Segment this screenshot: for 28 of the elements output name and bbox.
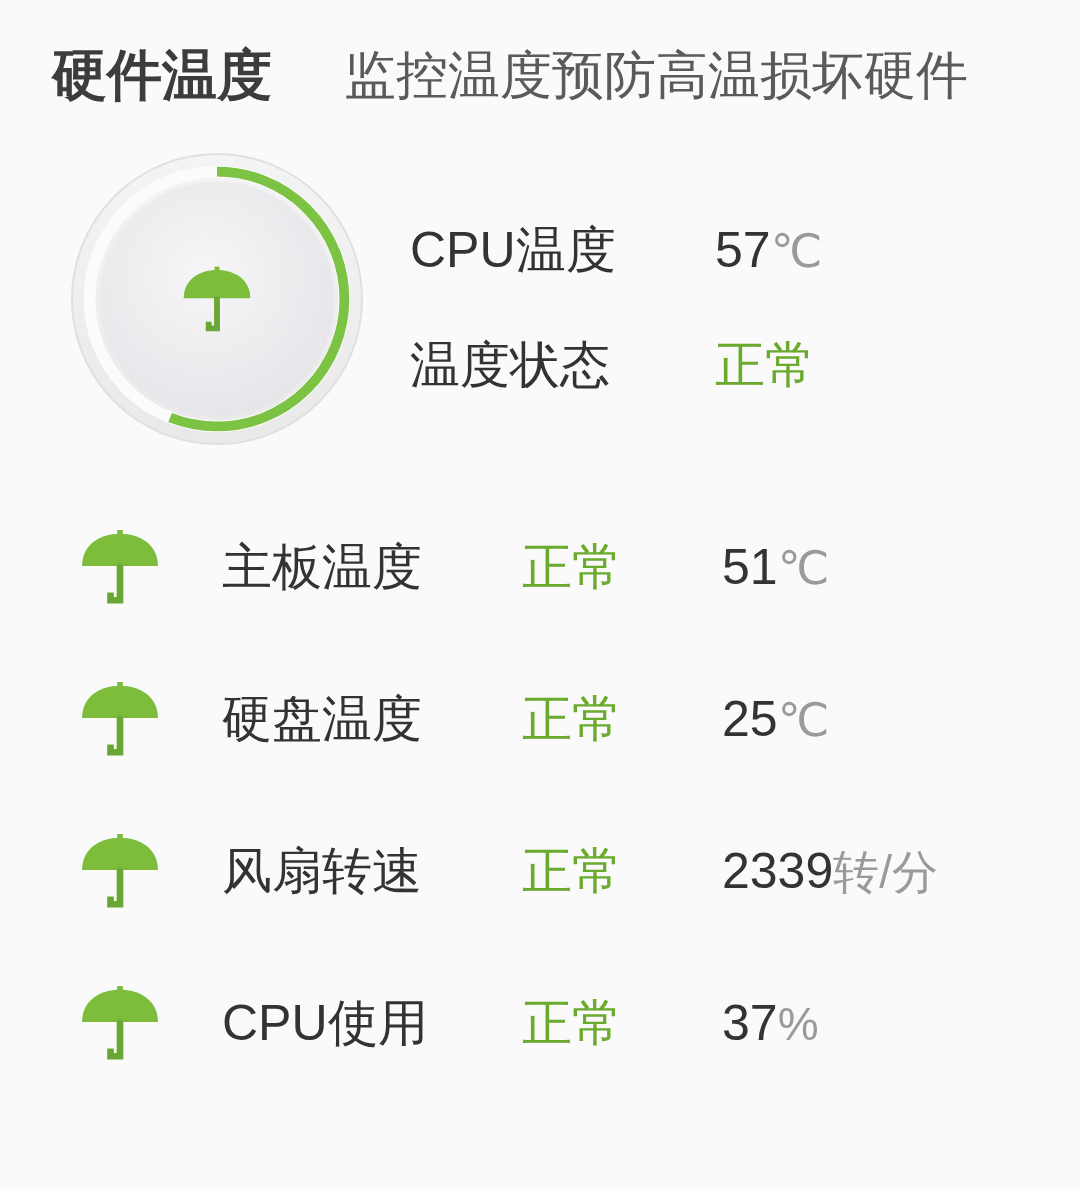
umbrella-icon bbox=[82, 986, 158, 1060]
reading-value: 57 bbox=[715, 222, 771, 277]
reading-value: 2339 bbox=[722, 843, 834, 898]
status-text: 正常 bbox=[715, 337, 815, 392]
umbrella-icon bbox=[183, 266, 251, 332]
status-text: 正常 bbox=[522, 844, 623, 898]
status-text: 正常 bbox=[522, 540, 623, 594]
reading-unit: ℃ bbox=[777, 692, 830, 747]
sensor-label: 硬盘温度 bbox=[222, 692, 423, 746]
umbrella-icon bbox=[82, 834, 158, 908]
sensor-label: 主板温度 bbox=[222, 540, 423, 594]
umbrella-icon bbox=[82, 682, 158, 756]
stat-label: 温度状态 bbox=[410, 337, 611, 392]
status-text: 正常 bbox=[522, 996, 623, 1050]
section-subtitle: 监控温度预防高温损坏硬件 bbox=[344, 45, 968, 106]
stat-label: CPU温度 bbox=[410, 223, 617, 277]
sensor-label: 风扇转速 bbox=[222, 844, 423, 898]
reading-unit: 转/分 bbox=[833, 844, 938, 899]
reading-value: 51 bbox=[722, 539, 778, 594]
status-text: 正常 bbox=[522, 692, 623, 746]
reading-unit: ℃ bbox=[770, 223, 823, 278]
reading-unit: % bbox=[777, 996, 819, 1051]
reading-unit: ℃ bbox=[777, 540, 830, 595]
reading-value: 25 bbox=[722, 691, 778, 746]
section-title: 硬件温度 bbox=[52, 43, 272, 108]
reading-value: 37 bbox=[722, 995, 778, 1050]
umbrella-icon bbox=[82, 530, 158, 604]
sensor-label: CPU使用 bbox=[222, 996, 429, 1050]
